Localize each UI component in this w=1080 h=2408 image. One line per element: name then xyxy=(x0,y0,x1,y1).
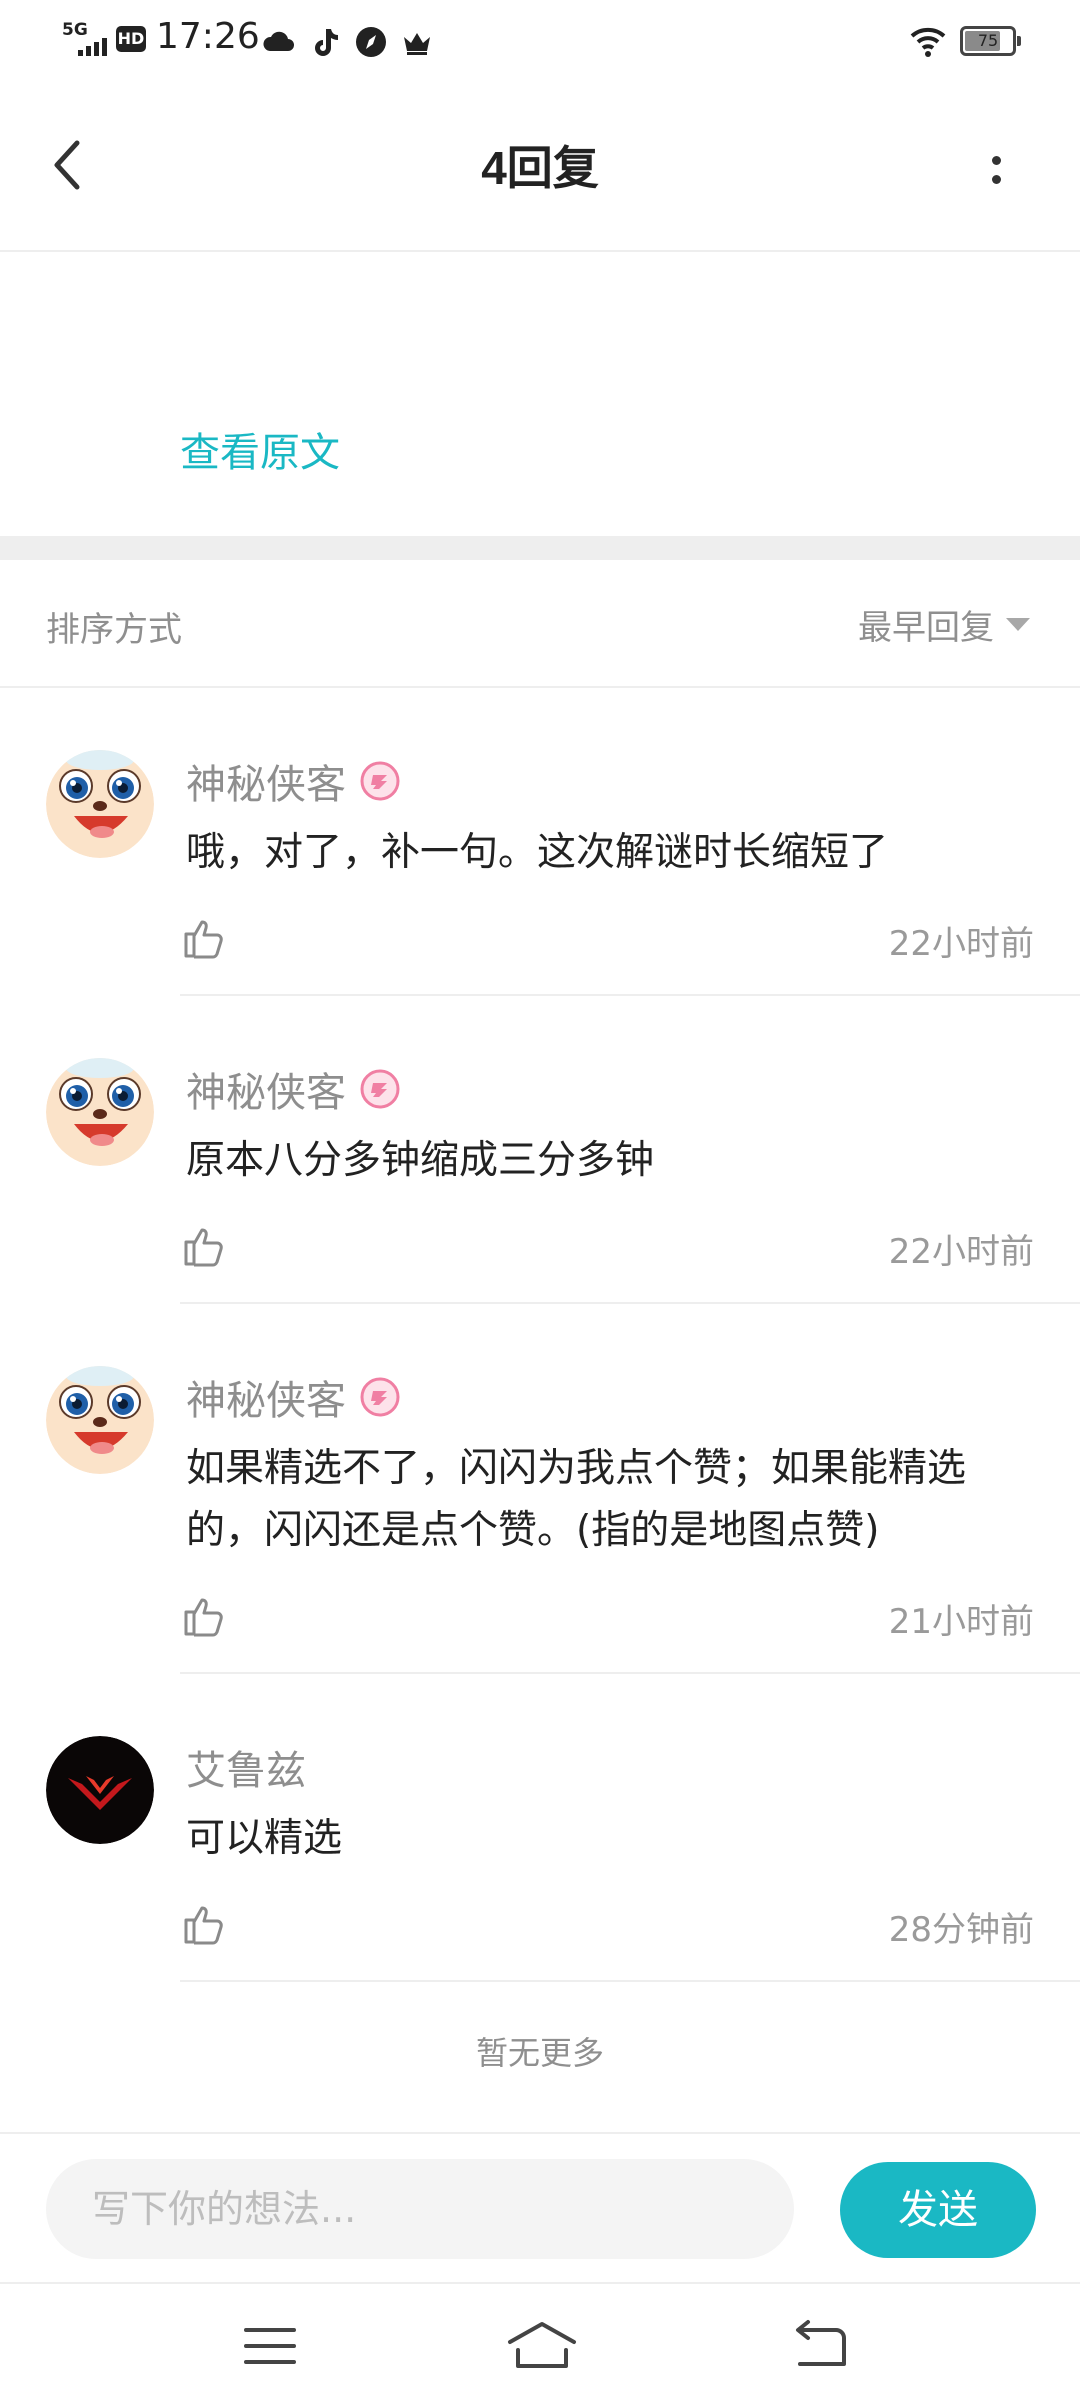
thumbs-up-icon xyxy=(184,920,223,959)
reply-text: 原本八分多钟缩成三分多钟 xyxy=(186,1138,655,1183)
reply-item: 神秘侠客 原本八分多钟缩成三分多钟 22小时前 xyxy=(0,996,1080,1304)
network-type: 5G xyxy=(62,20,88,40)
like-button[interactable] xyxy=(180,1900,228,1948)
notification-icons xyxy=(262,22,434,62)
more-options-button[interactable] xyxy=(966,140,1026,200)
cellular-signal-icon: 5G xyxy=(62,20,108,60)
section-divider xyxy=(0,536,1080,560)
reply-item: 神秘侠客 如果精选不了，闪闪为我点个赞；如果能精选的，闪闪还是点个赞。(指的是地… xyxy=(0,1304,1080,1674)
cloud-icon xyxy=(262,25,296,59)
thumbs-up-icon xyxy=(184,1228,223,1267)
user-badge-icon xyxy=(360,1069,400,1109)
user-badge-icon xyxy=(360,761,400,801)
user-row: 神秘侠客 xyxy=(186,752,400,810)
avatar[interactable] xyxy=(46,750,154,858)
back-nav-button[interactable] xyxy=(786,2316,856,2376)
thumbs-up-icon xyxy=(184,1598,223,1637)
row-divider xyxy=(180,1980,1080,1982)
original-post-section: 查看原文 xyxy=(0,252,1080,536)
reply-text: 如果精选不了，闪闪为我点个赞；如果能精选的，闪闪还是点个赞。(指的是地图点赞) xyxy=(186,1446,967,1553)
status-bar: 5G HD 17:26 75 xyxy=(0,0,1080,82)
sort-selected-value: 最早回复 xyxy=(858,608,994,648)
battery-text: 75 xyxy=(977,31,999,50)
no-more-text: 暂无更多 xyxy=(475,2034,604,2072)
top-app-bar: 4回复 xyxy=(0,100,1080,252)
username[interactable]: 艾鲁兹 xyxy=(186,1738,306,1796)
username[interactable]: 神秘侠客 xyxy=(186,1368,346,1426)
reply-text: 可以精选 xyxy=(186,1816,343,1861)
compass-icon xyxy=(354,25,388,59)
like-button[interactable] xyxy=(180,1222,228,1270)
crown-icon xyxy=(400,25,434,59)
reply-list: 神秘侠客 哦，对了，补一句。这次解谜时长缩短了 22小时前 神秘侠客 原本八分多… xyxy=(0,688,1080,1982)
send-button[interactable]: 发送 xyxy=(840,2162,1036,2258)
avatar[interactable] xyxy=(46,1058,154,1166)
reply-time: 22小时前 xyxy=(888,1232,1034,1272)
page-title: 4回复 xyxy=(481,142,599,194)
like-button[interactable] xyxy=(180,914,228,962)
sort-row: 排序方式 最早回复 xyxy=(0,560,1080,688)
sort-dropdown[interactable]: 最早回复 xyxy=(858,600,1030,649)
avatar[interactable] xyxy=(46,1736,154,1844)
reply-time: 21小时前 xyxy=(888,1602,1034,1642)
tiktok-icon xyxy=(308,25,342,59)
user-row: 艾鲁兹 xyxy=(186,1738,306,1796)
user-badge-icon xyxy=(360,1377,400,1417)
home-nav-button[interactable] xyxy=(504,2316,576,2376)
username[interactable]: 神秘侠客 xyxy=(186,752,346,810)
user-row: 神秘侠客 xyxy=(186,1060,400,1118)
hd-badge: HD xyxy=(116,26,146,52)
reply-composer: 发送 xyxy=(0,2132,1080,2284)
reply-page: 5G HD 17:26 75 4回复 查看原文 排序方式 最早回复 神秘侠客 哦… xyxy=(0,0,1080,2408)
like-button[interactable] xyxy=(180,1592,228,1640)
home-icon xyxy=(508,2322,576,2368)
avatar[interactable] xyxy=(46,1366,154,1474)
reply-input[interactable] xyxy=(46,2159,794,2259)
reply-text: 哦，对了，补一句。这次解谜时长缩短了 xyxy=(186,830,889,875)
reply-time: 22小时前 xyxy=(888,924,1034,964)
more-vertical-icon xyxy=(991,156,1001,165)
menu-icon xyxy=(244,2328,296,2364)
view-original-link[interactable]: 查看原文 xyxy=(180,420,340,478)
status-time: 17:26 xyxy=(156,16,260,57)
reply-item: 艾鲁兹 可以精选 28分钟前 xyxy=(0,1674,1080,1982)
wifi-icon xyxy=(908,22,948,62)
sort-label: 排序方式 xyxy=(46,610,182,650)
caret-down-icon xyxy=(1006,618,1030,631)
battery-icon: 75 xyxy=(960,26,1021,56)
user-row: 神秘侠客 xyxy=(186,1368,400,1426)
return-icon xyxy=(796,2320,846,2366)
username[interactable]: 神秘侠客 xyxy=(186,1060,346,1118)
thumbs-up-icon xyxy=(184,1906,223,1945)
reply-item: 神秘侠客 哦，对了，补一句。这次解谜时长缩短了 22小时前 xyxy=(0,688,1080,996)
menu-nav-button[interactable] xyxy=(236,2316,306,2376)
reply-time: 28分钟前 xyxy=(888,1910,1034,1950)
system-nav-bar xyxy=(0,2282,1080,2408)
